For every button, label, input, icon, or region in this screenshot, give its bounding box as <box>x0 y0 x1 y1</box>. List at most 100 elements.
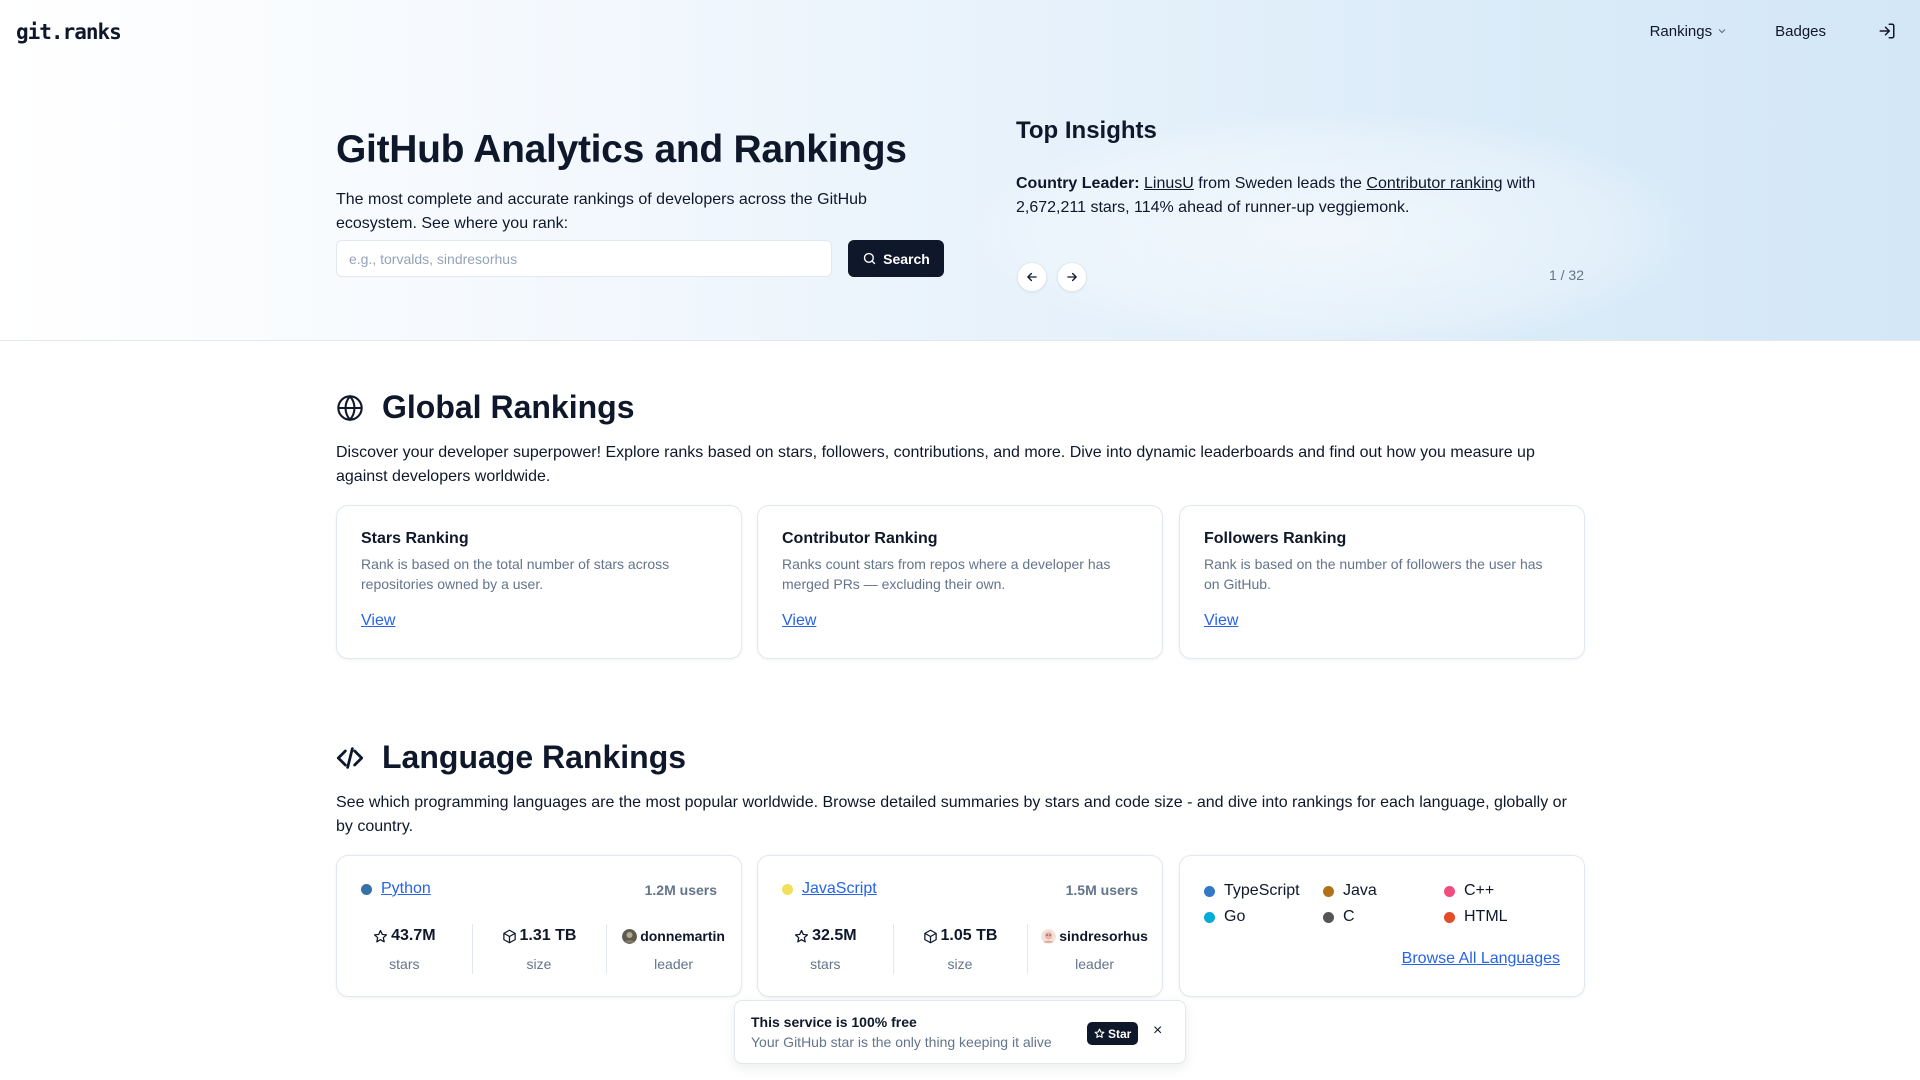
star-icon <box>1094 1028 1105 1038</box>
stat-stars: 32.5M stars <box>758 924 893 972</box>
language-rankings-description: See which programming languages are the … <box>336 794 1567 835</box>
stat-size-value: 1.31 TB <box>502 924 577 948</box>
close-icon[interactable]: × <box>1153 1022 1162 1040</box>
language-color-dot <box>1323 885 1334 897</box>
stat-label: leader <box>1075 956 1115 972</box>
language-item-go[interactable]: Go <box>1204 908 1323 926</box>
hero-description: The most complete and accurate rankings … <box>336 191 867 232</box>
leader-link[interactable]: donnemartin <box>622 924 725 948</box>
leader-link[interactable]: sindresorhus <box>1041 924 1148 948</box>
chevron-down-icon <box>1718 29 1726 34</box>
language-color-dot <box>361 883 372 895</box>
language-item-java[interactable]: Java <box>1323 882 1444 900</box>
toast-subtitle: Your GitHub star is the only thing keepi… <box>751 1034 1052 1050</box>
stat-label: leader <box>654 956 694 972</box>
followers-ranking-view-link[interactable]: View <box>1204 612 1238 630</box>
language-color-dot <box>1444 885 1455 897</box>
sign-in-icon[interactable] <box>1878 22 1896 40</box>
language-color-dot <box>782 883 793 895</box>
stat-size: 1.05 TB size <box>892 924 1028 974</box>
global-rankings-description: Discover your developer superpower! Expl… <box>336 444 1535 485</box>
card-title: Followers Ranking <box>1204 530 1347 547</box>
card-description: Ranks count stars from repos where a dev… <box>782 556 1111 592</box>
page-title: GitHub Analytics and Rankings <box>336 128 907 171</box>
contributor-ranking-card: Contributor Ranking Ranks count stars fr… <box>757 505 1163 659</box>
language-name: Java <box>1343 882 1377 899</box>
global-rankings-heading: Global Rankings <box>336 389 634 426</box>
star-button-label: Star <box>1108 1026 1132 1041</box>
avatar <box>1041 928 1057 944</box>
card-description: Rank is based on the number of followers… <box>1204 556 1543 592</box>
language-item-c[interactable]: C <box>1323 908 1444 926</box>
stat-size-value: 1.05 TB <box>923 924 998 948</box>
insight-user-link[interactable]: LinusU <box>1144 175 1194 192</box>
arrow-left-icon <box>1027 272 1037 282</box>
language-users-count: 1.2M users <box>644 882 717 898</box>
toast-title: This service is 100% free <box>751 1014 917 1030</box>
previous-insight-button[interactable] <box>1017 262 1047 292</box>
language-link-python[interactable]: Python <box>381 880 431 898</box>
stat-value-text: 1.31 TB <box>519 927 577 944</box>
stat-value-text: 32.5M <box>812 927 857 944</box>
insight-text-part: from Sweden leads the <box>1193 175 1367 192</box>
stat-stars-value: 43.7M <box>373 924 436 948</box>
insights-title: Top Insights <box>1016 117 1157 144</box>
browse-all-languages-link[interactable]: Browse All Languages <box>1402 950 1560 968</box>
hero-section: git.ranks Rankings Badges GitHub Analyti… <box>0 0 1920 341</box>
leader-name: sindresorhus <box>1059 928 1148 944</box>
arrow-right-icon <box>1067 272 1077 282</box>
search-button[interactable]: Search <box>848 240 944 277</box>
language-color-dot <box>1204 911 1215 923</box>
avatar <box>622 928 638 944</box>
stat-stars-value: 32.5M <box>794 924 857 948</box>
globe-icon <box>337 394 363 421</box>
language-link-javascript[interactable]: JavaScript <box>802 880 877 898</box>
language-name: Go <box>1224 908 1246 925</box>
language-item-typescript[interactable]: TypeScript <box>1204 882 1323 900</box>
language-rankings-heading: Language Rankings <box>336 739 686 776</box>
nav-rankings-dropdown[interactable]: Rankings <box>1650 23 1728 40</box>
stat-label: size <box>947 956 973 972</box>
language-color-dot <box>1444 911 1455 923</box>
nav-badges-link[interactable]: Badges <box>1775 23 1826 40</box>
star-icon <box>795 929 809 942</box>
language-header: JavaScript <box>782 880 877 898</box>
site-logo[interactable]: git.ranks <box>16 20 122 44</box>
stars-ranking-view-link[interactable]: View <box>361 612 395 630</box>
language-stats: 32.5M stars 1.05 TB size sindresorhus le… <box>758 924 1162 974</box>
stat-leader: donnemartin leader <box>606 924 741 974</box>
section-title: Language Rankings <box>382 739 687 775</box>
language-stats: 43.7M stars 1.31 TB size donnemartin lea… <box>337 924 741 974</box>
contributor-ranking-view-link[interactable]: View <box>782 612 816 630</box>
language-name: HTML <box>1464 908 1508 925</box>
stat-label: stars <box>810 956 841 972</box>
stars-ranking-card: Stars Ranking Rank is based on the total… <box>336 505 742 659</box>
package-icon <box>923 929 937 943</box>
star-repo-button[interactable]: Star <box>1087 1022 1139 1045</box>
insight-ranking-link[interactable]: Contributor ranking <box>1366 175 1502 192</box>
search-input[interactable] <box>336 240 832 277</box>
stat-label: size <box>526 956 552 972</box>
stat-label: stars <box>389 956 420 972</box>
language-list: TypeScript Java C++ Go C HTML <box>1204 882 1564 926</box>
language-item-cpp[interactable]: C++ <box>1444 882 1564 900</box>
language-item-html[interactable]: HTML <box>1444 908 1564 926</box>
search-icon <box>863 252 876 265</box>
language-name: TypeScript <box>1224 882 1300 899</box>
package-icon <box>502 929 516 943</box>
hero-decoration <box>975 112 1695 340</box>
stat-leader: sindresorhus leader <box>1027 924 1162 974</box>
star-icon <box>374 929 388 942</box>
next-insight-button[interactable] <box>1057 262 1087 292</box>
insight-label: Country Leader: <box>1016 175 1140 192</box>
support-toast: This service is 100% free Your GitHub st… <box>734 1000 1186 1064</box>
nav-rankings-label: Rankings <box>1649 22 1713 40</box>
card-description: Rank is based on the total number of sta… <box>361 556 670 592</box>
leader-name: donnemartin <box>640 928 725 944</box>
stat-value-text: 1.05 TB <box>940 927 998 944</box>
insight-text: Country Leader: LinusU from Sweden leads… <box>1016 172 1596 220</box>
language-header: Python <box>361 880 431 898</box>
language-color-dot <box>1323 911 1334 923</box>
language-name: C++ <box>1464 882 1495 899</box>
language-card-python: Python 1.2M users 43.7M stars 1.31 TB si… <box>336 855 742 997</box>
